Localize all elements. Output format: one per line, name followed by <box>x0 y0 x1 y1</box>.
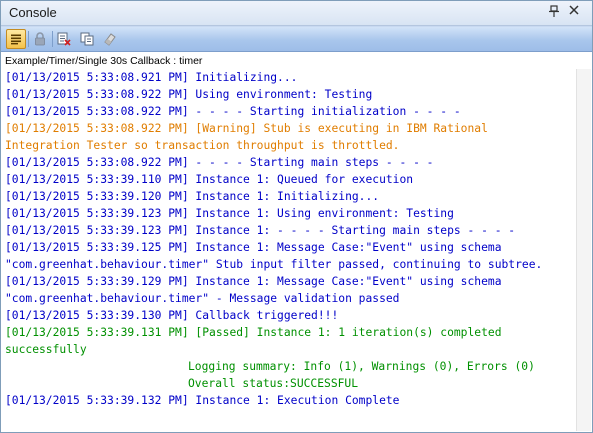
log-line: [01/13/2015 5:33:08.922 PM] [Warning] St… <box>5 122 488 135</box>
log-line: Logging summary: Info (1), Warnings (0),… <box>188 360 535 373</box>
close-icon[interactable] <box>567 5 581 19</box>
eraser-icon[interactable] <box>100 29 120 49</box>
toolbar-separator <box>28 31 29 47</box>
vertical-scrollbar[interactable] <box>576 69 591 431</box>
source-path: Example/Timer/Single 30s Callback : time… <box>5 55 203 67</box>
log-line: "com.greenhat.behaviour.timer" - Message… <box>5 292 400 305</box>
pin-icon[interactable] <box>547 5 561 19</box>
log-line: [01/13/2015 5:33:39.110 PM] Instance 1: … <box>5 173 414 186</box>
log-line: [01/13/2015 5:33:08.921 PM] Initializing… <box>5 71 298 84</box>
log-line: "com.greenhat.behaviour.timer" Stub inpu… <box>5 258 543 271</box>
console-output[interactable]: [01/13/2015 5:33:08.921 PM] Initializing… <box>5 69 573 431</box>
log-line: [01/13/2015 5:33:39.129 PM] Instance 1: … <box>5 275 502 288</box>
log-line: Overall status:SUCCESSFUL <box>188 377 359 390</box>
log-line: [01/13/2015 5:33:08.922 PM] Using enviro… <box>5 88 373 101</box>
title-bar: Console <box>1 1 592 26</box>
log-line: [01/13/2015 5:33:39.131 PM] [Passed] Ins… <box>5 326 502 339</box>
log-line: successfully <box>5 343 87 356</box>
log-line: [01/13/2015 5:33:39.132 PM] Instance 1: … <box>5 394 400 407</box>
log-line: [01/13/2015 5:33:08.922 PM] - - - - Star… <box>5 105 461 118</box>
lock-icon[interactable] <box>30 29 50 49</box>
log-line: [01/13/2015 5:33:39.123 PM] Instance 1: … <box>5 224 516 237</box>
panel-title: Console <box>9 5 57 20</box>
log-line: [01/13/2015 5:33:08.922 PM] - - - - Star… <box>5 156 434 169</box>
toolbar-separator <box>52 31 53 47</box>
console-toolbar <box>1 26 592 52</box>
copy-icon[interactable] <box>77 29 97 49</box>
word-wrap-icon[interactable] <box>6 29 26 49</box>
console-panel: Console Example/Timer/Single 30s Callbac… <box>0 0 593 433</box>
log-line: [01/13/2015 5:33:39.125 PM] Instance 1: … <box>5 241 502 254</box>
log-line: [01/13/2015 5:33:39.130 PM] Callback tri… <box>5 309 339 322</box>
log-line: [01/13/2015 5:33:39.123 PM] Instance 1: … <box>5 207 454 220</box>
clear-console-icon[interactable] <box>54 29 74 49</box>
log-line: [01/13/2015 5:33:39.120 PM] Instance 1: … <box>5 190 380 203</box>
log-line: Integration Tester so transaction throug… <box>5 139 400 152</box>
